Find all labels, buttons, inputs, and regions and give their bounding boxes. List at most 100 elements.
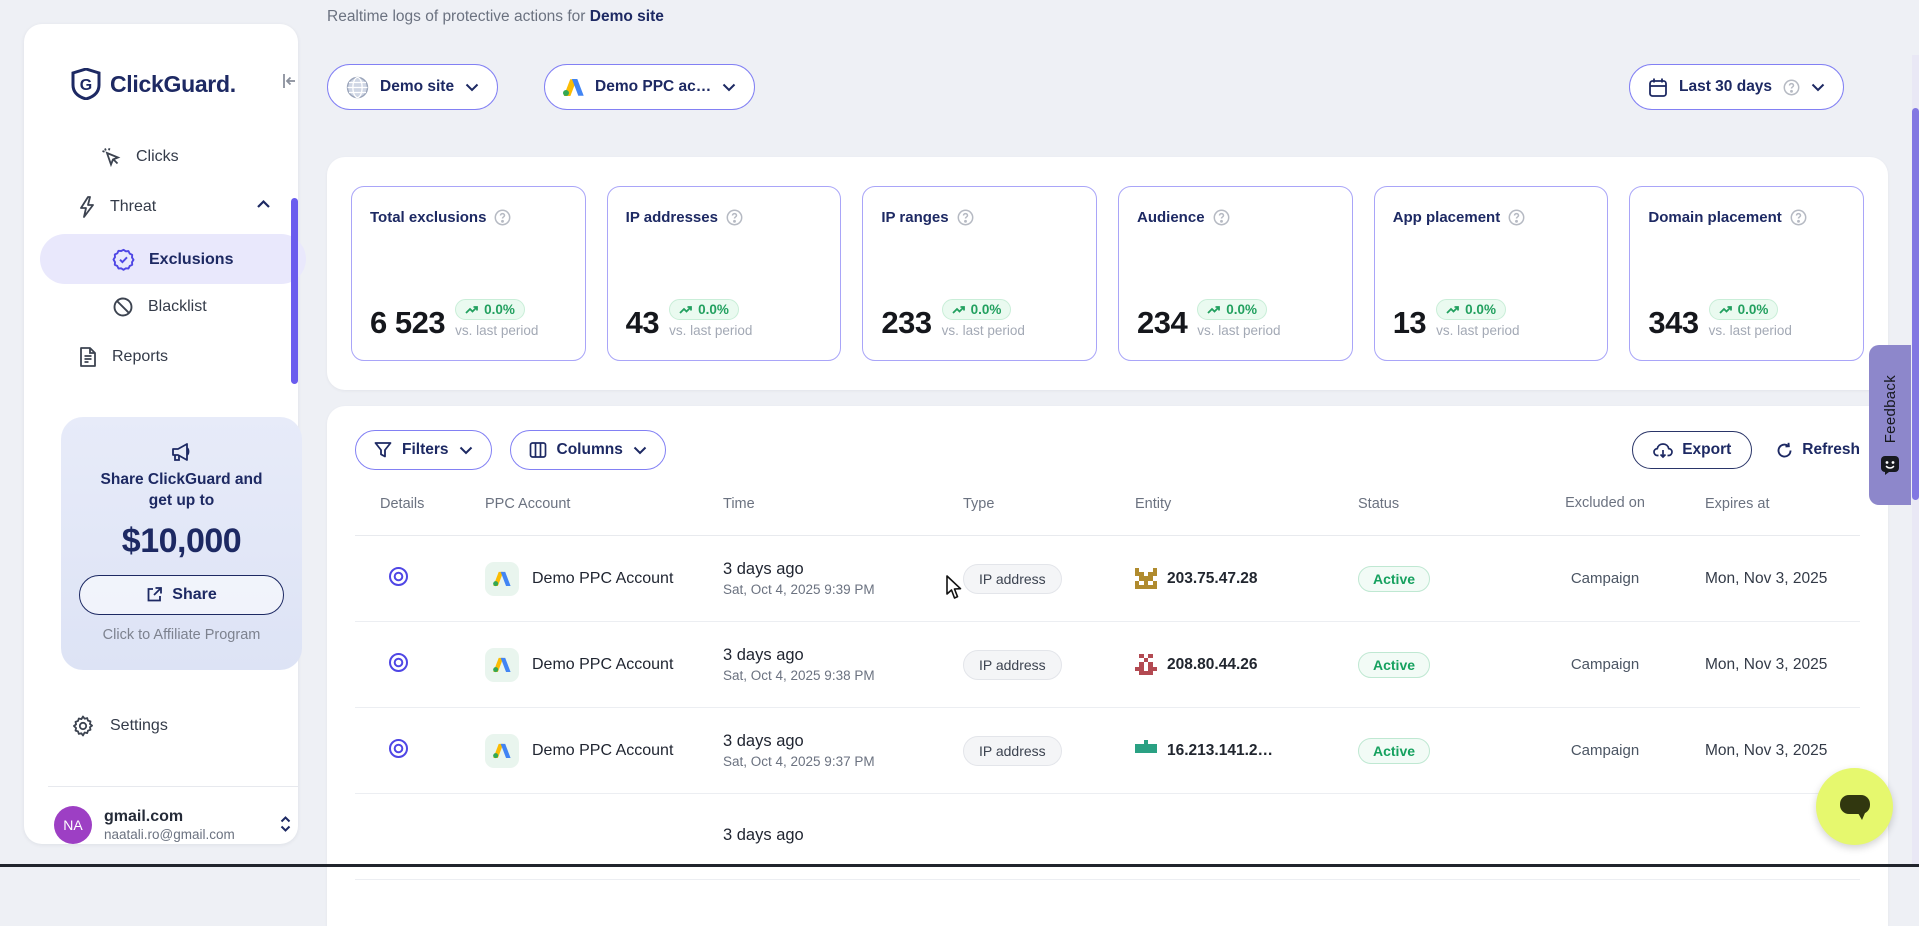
- ppc-account-name: Demo PPC Account: [532, 742, 673, 760]
- column-header: Expires at: [1705, 496, 1860, 512]
- sidebar-item-label: Blacklist: [148, 298, 207, 316]
- document-icon: [78, 346, 98, 368]
- entity-identicon: [1135, 740, 1157, 762]
- time-relative: 3 days ago: [723, 560, 963, 579]
- help-icon: [726, 209, 743, 226]
- sidebar-item-threat[interactable]: Threat: [78, 196, 156, 218]
- stat-title: Audience: [1137, 209, 1205, 226]
- entity-identicon: [1135, 568, 1157, 590]
- chevron-down-icon: [459, 446, 473, 455]
- affiliate-link[interactable]: Click to Affiliate Program: [75, 627, 288, 643]
- status-badge: Active: [1358, 738, 1430, 764]
- stat-compare-label: vs. last period: [669, 323, 752, 338]
- date-range-value: Last 30 days: [1679, 78, 1772, 96]
- table-row[interactable]: Demo PPC Account 3 days ago Sat, Oct 4, …: [355, 536, 1860, 622]
- chevron-up-down-icon: [279, 815, 292, 835]
- chevron-down-icon: [722, 83, 736, 92]
- stat-compare-label: vs. last period: [1436, 323, 1519, 338]
- sidebar-item-reports[interactable]: Reports: [78, 346, 168, 368]
- ppc-account-cell: [485, 820, 723, 854]
- subtitle-site-name: Demo site: [590, 8, 664, 25]
- chevron-down-icon: [465, 83, 479, 92]
- refresh-button[interactable]: Refresh: [1776, 441, 1860, 459]
- time-relative: 3 days ago: [723, 826, 963, 845]
- entity-value: 16.213.141.2…: [1167, 742, 1273, 760]
- type-badge: IP address: [963, 564, 1062, 594]
- brand-name: ClickGuard.: [110, 71, 236, 98]
- view-details-icon[interactable]: [388, 566, 409, 587]
- column-header: PPC Account: [485, 496, 723, 512]
- time-absolute: Sat, Oct 4, 2025 9:38 PM: [723, 668, 963, 683]
- table-row[interactable]: Demo PPC Account 3 days ago Sat, Oct 4, …: [355, 708, 1860, 794]
- columns-button[interactable]: Columns: [510, 430, 666, 470]
- lightning-icon: [78, 196, 96, 218]
- expires-at-cell: Mon, Nov 3, 2025: [1705, 742, 1860, 760]
- entity-identicon: [1135, 654, 1157, 676]
- trend-up-icon: [1446, 305, 1460, 315]
- time-absolute: Sat, Oct 4, 2025 9:37 PM: [723, 754, 963, 769]
- chevron-up-icon[interactable]: [256, 196, 271, 214]
- type-cell: IP address: [963, 736, 1135, 766]
- stat-title: App placement: [1393, 209, 1501, 226]
- sidebar-item-exclusions-content[interactable]: Exclusions: [112, 248, 233, 271]
- sidebar: G ClickGuard. Clicks Threat Exclusions B…: [24, 24, 298, 844]
- excluded-on-cell: Campaign: [1550, 742, 1660, 759]
- details-cell[interactable]: [355, 566, 485, 592]
- sidebar-item-label: Clicks: [136, 148, 179, 166]
- export-button[interactable]: Export: [1632, 431, 1752, 469]
- sidebar-scrollbar-thumb[interactable]: [291, 198, 298, 384]
- stat-value: 343: [1648, 307, 1698, 338]
- chat-launcher-button[interactable]: [1816, 768, 1893, 845]
- share-button[interactable]: Share: [79, 575, 284, 615]
- account-info: gmail.com naatali.ro@gmail.com: [104, 808, 235, 842]
- site-selector-value: Demo site: [380, 78, 454, 96]
- time-relative: 3 days ago: [723, 732, 963, 751]
- sidebar-item-label: Settings: [110, 717, 168, 735]
- ppc-account-cell: Demo PPC Account: [485, 734, 723, 768]
- sidebar-collapse-icon[interactable]: [280, 72, 298, 95]
- column-header: Type: [963, 496, 1135, 512]
- filters-button[interactable]: Filters: [355, 430, 492, 470]
- table-row[interactable]: 3 days ago: [355, 794, 1860, 880]
- date-range-selector[interactable]: Last 30 days: [1629, 64, 1844, 110]
- trend-up-icon: [952, 305, 966, 315]
- sidebar-item-blacklist[interactable]: Blacklist: [112, 296, 207, 318]
- google-ads-icon: [563, 78, 584, 97]
- stat-value: 13: [1393, 307, 1426, 338]
- sidebar-item-label: Reports: [112, 348, 168, 366]
- expires-at-cell: Mon, Nov 3, 2025: [1705, 656, 1860, 674]
- badge-check-icon: [112, 248, 135, 271]
- feedback-tab[interactable]: Feedback: [1869, 345, 1911, 505]
- cloud-download-icon: [1653, 442, 1673, 459]
- view-details-icon[interactable]: [388, 738, 409, 759]
- site-selector[interactable]: Demo site: [327, 64, 498, 110]
- entity-cell: 208.80.44.26: [1135, 654, 1358, 676]
- details-cell[interactable]: [355, 652, 485, 678]
- ppc-account-selector[interactable]: Demo PPC ac…: [544, 64, 755, 110]
- account-email: naatali.ro@gmail.com: [104, 827, 235, 842]
- google-ads-icon: [485, 648, 519, 682]
- stat-compare-label: vs. last period: [942, 323, 1025, 338]
- status-cell: Active: [1358, 738, 1505, 764]
- details-cell[interactable]: [355, 738, 485, 764]
- stat-card: Audience 234 0.0% vs. last period: [1118, 186, 1353, 361]
- stat-card: Total exclusions 6 523 0.0% vs. last per…: [351, 186, 586, 361]
- help-icon: [1783, 79, 1800, 96]
- view-details-icon[interactable]: [388, 652, 409, 673]
- refresh-icon: [1776, 442, 1793, 459]
- svg-text:G: G: [80, 77, 92, 94]
- sidebar-item-clicks[interactable]: Clicks: [100, 146, 179, 168]
- table-row[interactable]: Demo PPC Account 3 days ago Sat, Oct 4, …: [355, 622, 1860, 708]
- sidebar-item-settings[interactable]: Settings: [71, 714, 168, 738]
- entity-value: 203.75.47.28: [1167, 570, 1258, 588]
- stat-value: 233: [881, 307, 931, 338]
- stat-compare-label: vs. last period: [455, 323, 538, 338]
- stat-card: App placement 13 0.0% vs. last period: [1374, 186, 1609, 361]
- help-icon: [1508, 209, 1525, 226]
- account-switcher[interactable]: NA gmail.com naatali.ro@gmail.com: [54, 806, 292, 844]
- google-ads-icon: [485, 562, 519, 596]
- no-entry-icon: [112, 296, 134, 318]
- page-scrollbar-thumb[interactable]: [1912, 108, 1919, 500]
- trend-up-icon: [679, 305, 693, 315]
- column-header: Status: [1358, 496, 1505, 512]
